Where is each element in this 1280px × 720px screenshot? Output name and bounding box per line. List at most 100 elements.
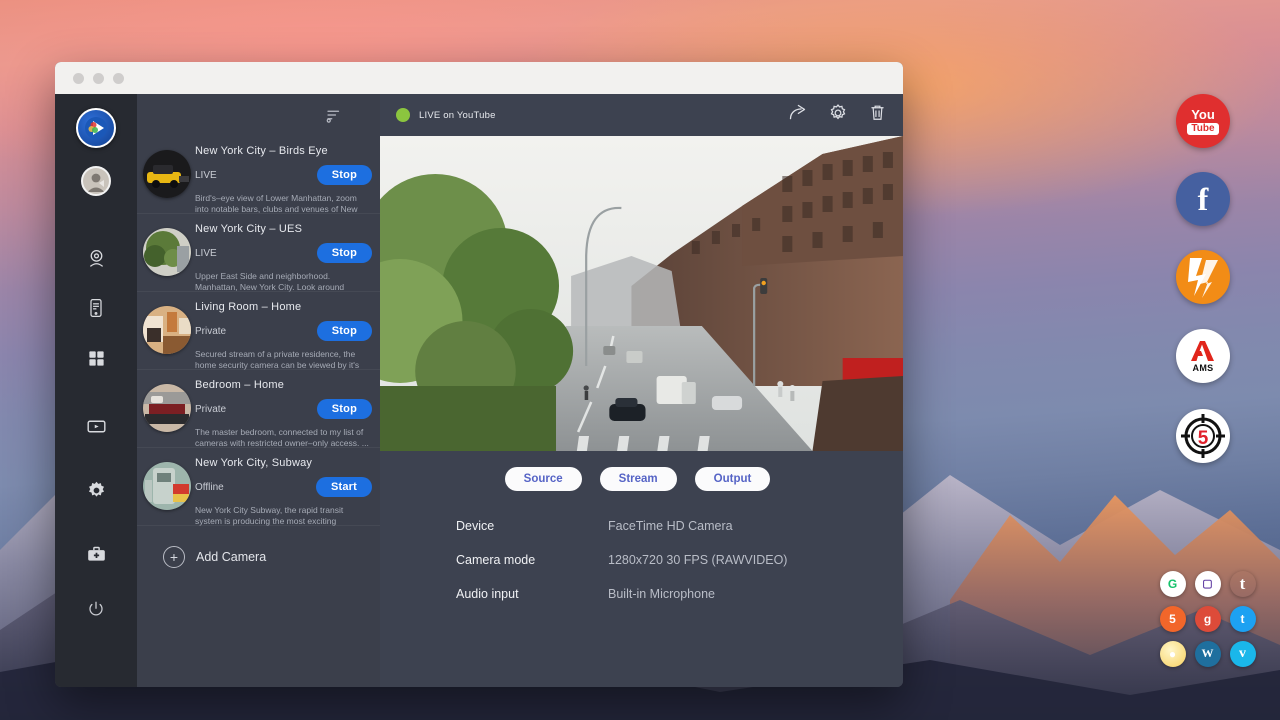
rail-item-device[interactable] <box>74 286 118 330</box>
app-logo[interactable] <box>76 108 116 148</box>
camera-title: New York City – Birds Eye <box>195 145 372 157</box>
tab-source[interactable]: Source <box>505 467 582 491</box>
window-minimize-button[interactable] <box>93 73 104 84</box>
rail-item-apps[interactable] <box>74 336 118 380</box>
adobe-ams-desktop-icon[interactable]: AMS <box>1176 329 1230 383</box>
camera-status-line: Private Stop <box>195 399 372 419</box>
camera-title: New York City – UES <box>195 223 372 235</box>
main-toolbar: LIVE on YouTube <box>380 94 903 136</box>
livingroom-thumbnail-icon <box>143 306 191 354</box>
window-close-button[interactable] <box>73 73 84 84</box>
camera-status-line: Offline Start <box>195 477 372 497</box>
camera-status: LIVE <box>195 170 217 181</box>
toolbar-actions <box>787 102 887 128</box>
gear-icon[interactable] <box>828 103 848 128</box>
list-item[interactable]: New York City, Subway Offline Start New … <box>137 448 380 526</box>
taxi-thumbnail-icon <box>143 150 191 198</box>
camera-title: Living Room – Home <box>195 301 372 313</box>
source-info-grid: Device FaceTime HD Camera Camera mode 12… <box>380 497 903 621</box>
trash-icon[interactable] <box>868 103 887 127</box>
rail-item-broadcast[interactable] <box>74 404 118 448</box>
camera-status: Private <box>195 326 226 337</box>
target-crosshair-icon: 5 <box>1180 413 1226 459</box>
camera-description: Bird's–eye view of Lower Manhattan, zoom… <box>195 193 372 215</box>
ams-label: AMS <box>1193 364 1214 373</box>
list-item[interactable]: Living Room – Home Private Stop Secured … <box>137 292 380 370</box>
main-content: LIVE on YouTube <box>380 94 903 687</box>
five-mini-icon[interactable]: 5 <box>1160 606 1186 632</box>
camera-action-button[interactable]: Stop <box>317 165 372 185</box>
camera-description: Upper East Side and neighborhood. Manhat… <box>195 271 372 293</box>
twitch-mini-icon[interactable]: ▢ <box>1195 571 1221 597</box>
live-status-label: LIVE on YouTube <box>419 110 496 121</box>
user-avatar[interactable] <box>81 166 111 196</box>
camera-thumbnail <box>143 306 191 354</box>
tumblr-mini-icon[interactable]: t <box>1230 571 1256 597</box>
subway-thumbnail-icon <box>143 462 191 510</box>
facebook-glyph: f <box>1198 181 1209 218</box>
camera-thumbnail <box>143 228 191 276</box>
grammarly-mini-icon[interactable]: G <box>1160 571 1186 597</box>
vimeo-mini-icon[interactable]: v <box>1230 641 1256 667</box>
info-row-device: Device FaceTime HD Camera <box>456 519 903 533</box>
live-status-dot <box>396 108 410 122</box>
camera-action-button[interactable]: Stop <box>317 243 372 263</box>
camera-list[interactable]: New York City – Birds Eye LIVE Stop Bird… <box>137 136 380 687</box>
info-value[interactable]: Built-in Microphone <box>608 587 715 601</box>
camera-status: LIVE <box>195 248 217 259</box>
adobe-a-icon <box>1191 340 1215 362</box>
camera-action-button[interactable]: Stop <box>317 321 372 341</box>
camera-description: The master bedroom, connected to my list… <box>195 427 372 449</box>
flickr-mini-icon[interactable]: ● <box>1160 641 1186 667</box>
app-body: New York City – Birds Eye LIVE Stop Bird… <box>55 94 903 687</box>
info-value[interactable]: FaceTime HD Camera <box>608 519 733 533</box>
sort-filter-icon[interactable] <box>325 106 343 124</box>
window-titlebar <box>55 62 903 94</box>
info-value[interactable]: 1280x720 30 FPS (RAWVIDEO) <box>608 553 787 567</box>
camera-thumbnail <box>143 150 191 198</box>
wowza-bolt-icon <box>1176 250 1230 304</box>
google-plus-mini-icon[interactable]: g <box>1195 606 1221 632</box>
five-target-desktop-icon[interactable]: 5 <box>1176 409 1230 463</box>
add-camera-button[interactable]: + Add Camera <box>137 526 380 588</box>
info-label: Audio input <box>456 587 608 601</box>
info-label: Camera mode <box>456 553 608 567</box>
share-icon[interactable] <box>787 102 808 128</box>
wordpress-mini-icon[interactable]: W <box>1195 641 1221 667</box>
camera-list-panel: New York City – Birds Eye LIVE Stop Bird… <box>137 94 380 687</box>
tab-output[interactable]: Output <box>695 467 771 491</box>
window-maximize-button[interactable] <box>113 73 124 84</box>
video-preview[interactable] <box>380 136 903 451</box>
webcam-icon <box>86 248 107 269</box>
rail-item-settings[interactable] <box>74 468 118 512</box>
info-label: Device <box>456 519 608 533</box>
add-camera-label: Add Camera <box>196 550 266 564</box>
wowza-desktop-icon[interactable] <box>1176 250 1230 304</box>
twitter-mini-icon[interactable]: t <box>1230 606 1256 632</box>
list-item[interactable]: Bedroom – Home Private Stop The master b… <box>137 370 380 448</box>
avatar-icon <box>83 168 109 194</box>
grid-apps-icon <box>87 349 106 368</box>
camera-title: New York City, Subway <box>195 457 372 469</box>
camera-status-line: Private Stop <box>195 321 372 341</box>
tab-stream[interactable]: Stream <box>600 467 677 491</box>
list-item[interactable]: New York City – Birds Eye LIVE Stop Bird… <box>137 136 380 214</box>
rail-item-cameras[interactable] <box>74 236 118 280</box>
camera-status-line: LIVE Stop <box>195 243 372 263</box>
camera-thumbnail <box>143 462 191 510</box>
facebook-desktop-icon[interactable]: f <box>1176 172 1230 226</box>
video-frame <box>380 136 903 451</box>
camera-action-button[interactable]: Start <box>316 477 372 497</box>
info-row-audio-input: Audio input Built-in Microphone <box>456 587 903 601</box>
desktop-mini-icon-grid: G ▢ t 5 g t ● W v <box>1155 566 1260 671</box>
camera-status: Offline <box>195 482 224 493</box>
list-item[interactable]: New York City – UES LIVE Stop Upper East… <box>137 214 380 292</box>
camera-list-toolbar <box>137 94 380 136</box>
rail-item-support[interactable] <box>74 532 118 576</box>
youtube-desktop-icon[interactable]: You Tube <box>1176 94 1230 148</box>
rail-item-power[interactable] <box>74 587 118 631</box>
camera-status-line: LIVE Stop <box>195 165 372 185</box>
camera-action-button[interactable]: Stop <box>317 399 372 419</box>
plus-circle-icon: + <box>163 546 185 568</box>
sidebar-rail <box>55 94 137 687</box>
